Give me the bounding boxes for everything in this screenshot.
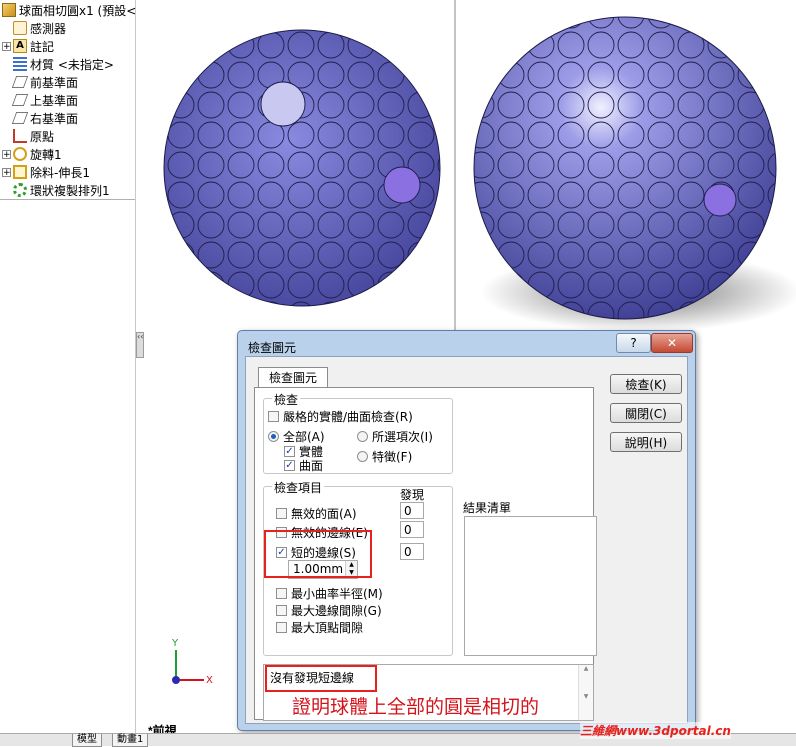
- help-button[interactable]: 說明(H): [610, 432, 682, 452]
- found-header: 發現: [400, 488, 425, 502]
- surface-option[interactable]: ✓ 曲面: [284, 457, 323, 474]
- tree-item-right-plane[interactable]: 右基準面: [2, 109, 78, 127]
- annotation-icon: A: [13, 39, 27, 53]
- tab-animation[interactable]: 動畫1: [112, 734, 149, 747]
- results-title: 結果清單: [463, 501, 512, 515]
- invalid-face-checkbox[interactable]: [276, 508, 287, 519]
- status-text: 沒有發現短邊線: [270, 671, 355, 685]
- tree-item-circular-pattern[interactable]: 環狀複製排列1: [2, 181, 110, 199]
- expand-icon[interactable]: +: [2, 41, 11, 51]
- tree-item-label: 材質 <未指定>: [30, 57, 114, 72]
- triad-y-label: Y: [172, 638, 179, 649]
- plane-icon: [11, 112, 29, 124]
- feature-label: 特徵(F): [372, 450, 413, 464]
- tree-item-origin[interactable]: 原點: [2, 127, 54, 145]
- tab-model[interactable]: 模型: [72, 734, 102, 747]
- tree-item-cut-extrude[interactable]: + 除料-伸長1: [2, 163, 90, 181]
- strict-check-option[interactable]: 嚴格的實體/曲面檢查(R): [268, 408, 413, 425]
- surface-checkbox[interactable]: ✓: [284, 460, 295, 471]
- tree-item-label: 球面相切圓x1 (預設<: [19, 3, 137, 18]
- invalid-face-label: 無效的面(A): [291, 507, 357, 521]
- tree-item-revolve[interactable]: + 旋轉1: [2, 145, 62, 163]
- tree-item-front-plane[interactable]: 前基準面: [2, 73, 78, 91]
- cut-extrude-icon: [13, 165, 27, 179]
- max-vertex-gap-checkbox[interactable]: [276, 622, 287, 633]
- tree-item-label: 原點: [30, 129, 55, 144]
- status-panel: 沒有發現短邊線 證明球體上全部的圓是相切的 ▲ ▼: [263, 664, 594, 721]
- revolve-icon: [13, 147, 27, 161]
- circular-pattern-icon: [13, 183, 27, 197]
- material-icon: [13, 57, 27, 71]
- axis-triad: [172, 650, 204, 684]
- sphere-shaded: [473, 16, 796, 332]
- min-curvature-checkbox[interactable]: [276, 588, 287, 599]
- check-group: 檢查 嚴格的實體/曲面檢查(R) 全部(A) ✓ 實體 ✓ 曲面 所選項次(I)…: [263, 391, 453, 474]
- max-edge-gap-option[interactable]: 最大邊線間隙(G): [276, 602, 382, 619]
- tree-item-label: 前基準面: [30, 75, 79, 90]
- selected-items-label: 所選項次(I): [372, 430, 433, 444]
- check-items-title: 檢查項目: [272, 479, 325, 496]
- invalid-edge-count: 0: [400, 521, 424, 538]
- watermark: 三維網www.3dportal.cn: [580, 722, 731, 739]
- solid-checkbox[interactable]: ✓: [284, 446, 295, 457]
- expand-icon[interactable]: +: [2, 167, 11, 177]
- tree-divider: [0, 199, 135, 200]
- part-icon: [2, 3, 16, 17]
- close-button[interactable]: 關閉(C): [610, 403, 682, 423]
- invalid-face-count: 0: [400, 502, 424, 519]
- origin-icon: [13, 129, 27, 143]
- strict-checkbox[interactable]: [268, 411, 279, 422]
- scope-feature-option[interactable]: 特徵(F): [357, 448, 412, 465]
- title-close-button[interactable]: ✕: [651, 333, 693, 353]
- selected-items-radio[interactable]: [357, 431, 368, 442]
- invalid-face-option[interactable]: 無效的面(A): [276, 505, 357, 522]
- sphere-front: [163, 29, 441, 307]
- feature-tree: 球面相切圓x1 (預設< 感測器 + A 註記 材質 <未指定> 前基準面 上基…: [0, 0, 136, 733]
- panel-splitter[interactable]: ‹‹: [136, 332, 144, 358]
- plane-icon: [11, 76, 29, 88]
- all-radio[interactable]: [268, 431, 279, 442]
- sensor-icon: [13, 21, 27, 35]
- check-button[interactable]: 檢查(K): [610, 374, 682, 394]
- plane-icon: [11, 94, 29, 106]
- short-edge-count: 0: [400, 543, 424, 560]
- scope-selected-option[interactable]: 所選項次(I): [357, 428, 433, 445]
- max-edge-gap-label: 最大邊線間隙(G): [291, 604, 382, 618]
- tree-item-part[interactable]: 球面相切圓x1 (預設<: [2, 1, 136, 19]
- short-edge-highlight-box: [264, 530, 372, 578]
- tree-item-label: 感測器: [30, 21, 67, 36]
- max-edge-gap-checkbox[interactable]: [276, 605, 287, 616]
- tree-item-top-plane[interactable]: 上基準面: [2, 91, 78, 109]
- feature-radio[interactable]: [357, 451, 368, 462]
- tree-item-label: 上基準面: [30, 93, 79, 108]
- check-group-title: 檢查: [272, 391, 301, 408]
- tree-item-annotations[interactable]: + A 註記: [2, 37, 54, 55]
- dialog-title: 檢查圖元: [248, 341, 297, 355]
- title-help-button[interactable]: ?: [616, 333, 651, 353]
- min-curvature-option[interactable]: 最小曲率半徑(M): [276, 585, 383, 602]
- tree-item-sensors[interactable]: 感測器: [2, 19, 66, 37]
- tree-item-label: 環狀複製排列1: [30, 183, 110, 198]
- strict-label: 嚴格的實體/曲面檢查(R): [283, 410, 413, 424]
- expand-icon[interactable]: +: [2, 149, 11, 159]
- annotation-text: 證明球體上全部的圓是相切的: [292, 696, 540, 718]
- triad-x-label: X: [206, 675, 213, 686]
- max-vertex-gap-label: 最大頂點間隙: [291, 621, 364, 635]
- max-vertex-gap-option[interactable]: 最大頂點間隙: [276, 619, 363, 636]
- status-scrollbar[interactable]: ▲ ▼: [578, 665, 593, 720]
- tree-item-material[interactable]: 材質 <未指定>: [2, 55, 114, 73]
- surface-label: 曲面: [299, 459, 324, 473]
- tree-item-label: 除料-伸長1: [30, 165, 90, 180]
- results-list[interactable]: [464, 516, 597, 656]
- min-curvature-label: 最小曲率半徑(M): [291, 587, 383, 601]
- tree-item-label: 右基準面: [30, 111, 79, 126]
- tab-check-entity[interactable]: 檢查圖元: [258, 367, 328, 388]
- tree-item-label: 旋轉1: [30, 147, 62, 162]
- tree-item-label: 註記: [30, 39, 55, 54]
